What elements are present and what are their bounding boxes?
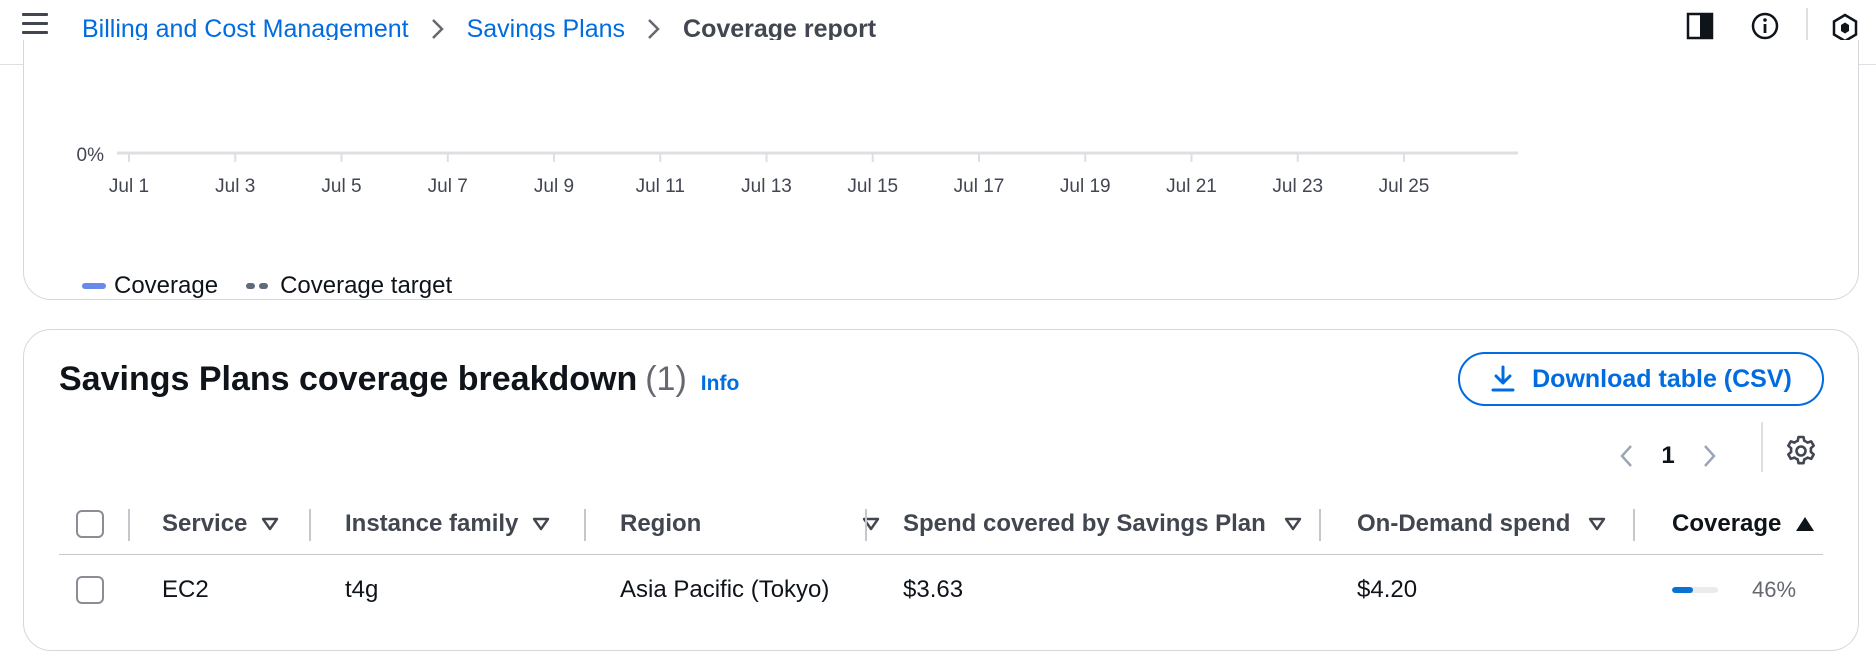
row-select-cell bbox=[76, 556, 104, 624]
x-tick-label: Jul 7 bbox=[428, 176, 468, 197]
column-label-on-demand: On-Demand spend bbox=[1357, 510, 1571, 537]
cell-spend-covered: $3.63 bbox=[903, 576, 964, 603]
row-checkbox[interactable] bbox=[76, 576, 104, 604]
column-header-instance-family[interactable]: Instance family bbox=[345, 493, 550, 555]
x-tick-label: Jul 9 bbox=[534, 176, 574, 197]
column-label-spend-covered: Spend covered by Savings Plan bbox=[903, 510, 1266, 537]
gear-icon[interactable] bbox=[1784, 434, 1818, 468]
column-label-instance-family: Instance family bbox=[345, 510, 519, 537]
download-csv-label: Download table (CSV) bbox=[1532, 364, 1792, 393]
column-header-region[interactable]: Region bbox=[620, 493, 880, 555]
download-csv-button[interactable]: Download table (CSV) bbox=[1458, 352, 1824, 406]
column-divider bbox=[865, 509, 867, 541]
sort-down-icon[interactable] bbox=[261, 517, 279, 531]
column-label-coverage: Coverage bbox=[1672, 510, 1782, 537]
coverage-progress-bar bbox=[1672, 587, 1718, 593]
legend-swatch-coverage-target bbox=[246, 283, 272, 289]
x-tick-label: Jul 11 bbox=[636, 176, 685, 197]
coverage-value: 46% bbox=[1752, 577, 1797, 602]
column-label-service: Service bbox=[162, 510, 248, 537]
column-label-region: Region bbox=[620, 510, 702, 537]
info-link[interactable]: Info bbox=[701, 372, 739, 396]
column-header-service[interactable]: Service bbox=[162, 493, 279, 555]
x-tick-label: Jul 5 bbox=[321, 176, 361, 197]
legend-item-coverage[interactable]: Coverage bbox=[82, 272, 218, 300]
previous-page-icon[interactable] bbox=[1614, 441, 1640, 471]
table-header: Savings Plans coverage breakdown (1) Inf… bbox=[59, 360, 739, 399]
column-divider bbox=[1633, 509, 1635, 541]
table-title: Savings Plans coverage breakdown bbox=[59, 360, 638, 398]
column-divider bbox=[128, 509, 130, 541]
chart-legend: Coverage Coverage target bbox=[82, 272, 480, 300]
x-tick-label: Jul 3 bbox=[215, 176, 255, 197]
table-row[interactable]: EC2 t4g Asia Pacific (Tokyo) $3.63 $4.20… bbox=[59, 556, 1823, 624]
sort-down-icon[interactable] bbox=[1588, 517, 1606, 531]
legend-swatch-coverage bbox=[82, 283, 106, 289]
sort-down-icon[interactable] bbox=[1284, 517, 1302, 531]
info-icon[interactable] bbox=[1749, 10, 1781, 42]
select-all-checkbox[interactable] bbox=[76, 510, 104, 538]
legend-label-coverage-target: Coverage target bbox=[280, 272, 453, 299]
column-divider bbox=[309, 509, 311, 541]
select-all-cell bbox=[76, 493, 104, 555]
column-header-spend-covered[interactable]: Spend covered by Savings Plan bbox=[903, 493, 1302, 555]
sort-ascending-icon[interactable] bbox=[1795, 516, 1815, 532]
next-page-icon[interactable] bbox=[1696, 441, 1722, 471]
x-tick-label: Jul 13 bbox=[741, 176, 792, 197]
menu-icon[interactable] bbox=[22, 13, 48, 35]
coverage-progress-fill bbox=[1672, 587, 1694, 593]
cell-coverage: 46% bbox=[1672, 556, 1796, 624]
cell-instance-family: t4g bbox=[345, 576, 379, 603]
column-header-coverage[interactable]: Coverage bbox=[1672, 493, 1815, 555]
legend-label-coverage: Coverage bbox=[114, 272, 219, 299]
coverage-chart-card: 0% Jul 1 Jul 3 Jul 5 Jul 7 Jul 9 Jul 11 Jul 13 J… bbox=[23, 40, 1859, 300]
table-header-row: Service Instance family Region Spend cov… bbox=[59, 493, 1823, 555]
y-tick-label: 0% bbox=[77, 145, 105, 166]
x-tick-label: Jul 23 bbox=[1272, 176, 1323, 197]
cell-region: Asia Pacific (Tokyo) bbox=[620, 576, 830, 603]
coverage-breakdown-card: Savings Plans coverage breakdown (1) Inf… bbox=[23, 329, 1859, 651]
x-tick-label: Jul 15 bbox=[847, 176, 898, 197]
cell-service: EC2 bbox=[162, 576, 209, 603]
pagination: 1 bbox=[1614, 436, 1722, 476]
x-tick-label: Jul 19 bbox=[1060, 176, 1111, 197]
download-icon bbox=[1491, 365, 1515, 392]
x-tick-label: Jul 17 bbox=[954, 176, 1005, 197]
panel-toggle-icon[interactable] bbox=[1684, 10, 1716, 42]
pager-divider bbox=[1761, 422, 1763, 472]
column-divider bbox=[1319, 509, 1321, 541]
column-divider bbox=[584, 509, 586, 541]
cell-on-demand: $4.20 bbox=[1357, 576, 1418, 603]
x-tick-label: Jul 21 bbox=[1166, 176, 1217, 197]
column-header-on-demand[interactable]: On-Demand spend bbox=[1357, 493, 1606, 555]
x-tick-label: Jul 1 bbox=[109, 176, 149, 197]
coverage-chart: 0%Jul 1 Jul 3 Jul 5 Jul 7 Jul 9 Jul 11 Jul 13 J… bbox=[77, 145, 1518, 197]
table-count: (1) bbox=[645, 360, 687, 398]
legend-item-coverage-target[interactable]: Coverage target bbox=[246, 272, 452, 300]
page-number[interactable]: 1 bbox=[1640, 442, 1696, 470]
x-tick-label: Jul 25 bbox=[1379, 176, 1430, 197]
chevron-right-icon bbox=[647, 18, 661, 40]
chevron-right-icon bbox=[431, 18, 445, 40]
sort-down-icon[interactable] bbox=[532, 517, 550, 531]
